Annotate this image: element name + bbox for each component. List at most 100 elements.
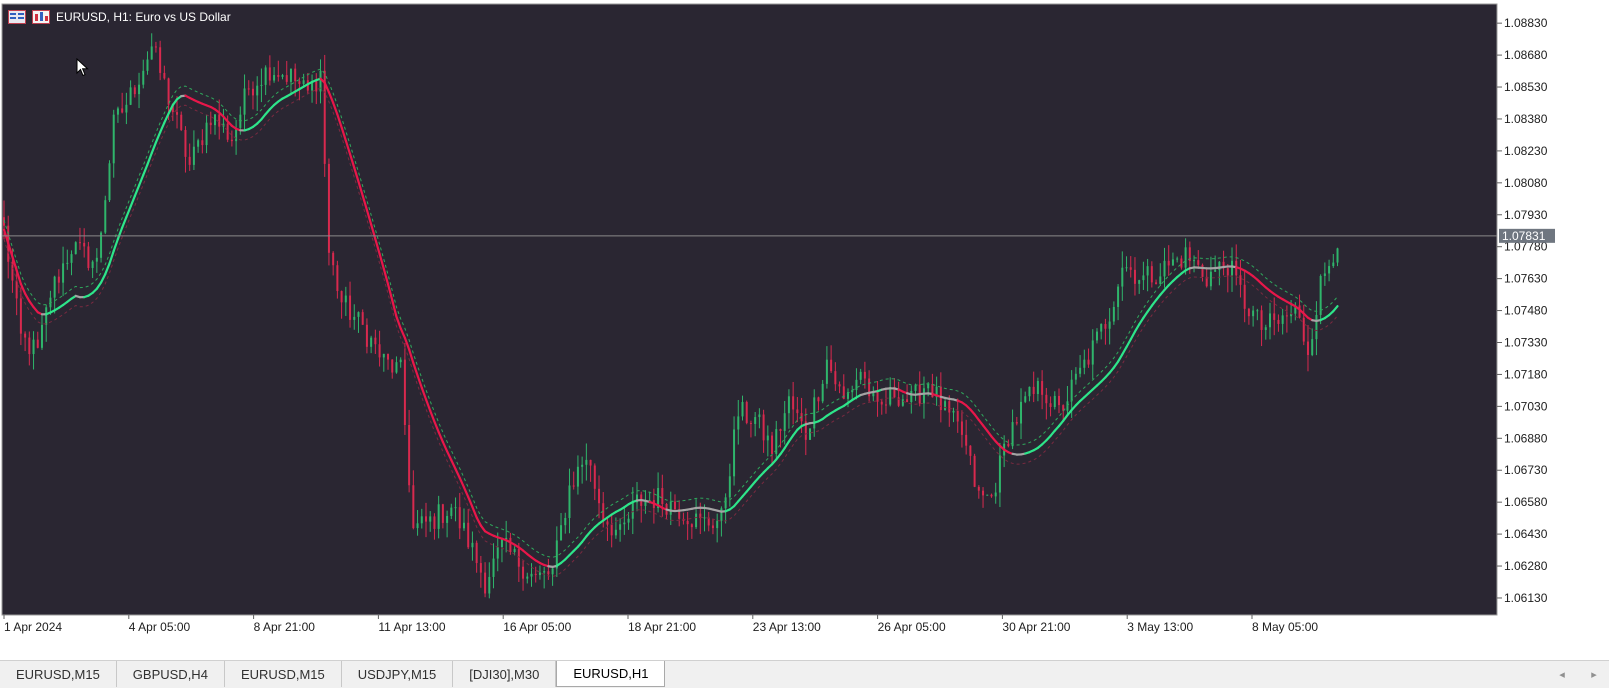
candle-body xyxy=(344,295,347,303)
candle-body xyxy=(547,571,550,575)
bid-price-label: 1.07831 xyxy=(1502,229,1546,243)
candle-body xyxy=(1269,313,1271,328)
y-tick-label: 1.08080 xyxy=(1504,176,1548,190)
x-tick-label: 16 Apr 05:00 xyxy=(503,620,571,634)
chart-tab[interactable]: GBPUSD,H4 xyxy=(117,661,225,687)
candle-body xyxy=(425,516,427,522)
candle-body xyxy=(749,422,752,424)
candle-body xyxy=(538,572,541,576)
chart-title-text: EURUSD, H1: Euro vs US Dollar xyxy=(56,10,231,24)
x-tick-label: 8 May 05:00 xyxy=(1252,620,1318,634)
candle-body xyxy=(1142,275,1145,281)
chart-tab[interactable]: USDJPY,M15 xyxy=(342,661,454,687)
plot-area[interactable] xyxy=(1,3,1498,616)
chart-menu-icon[interactable] xyxy=(8,10,26,24)
candle-body xyxy=(121,108,124,113)
candle-body xyxy=(960,421,963,435)
candle-body xyxy=(467,522,470,548)
candle-body xyxy=(479,563,482,573)
candle-body xyxy=(378,344,381,358)
y-tick-label: 1.07330 xyxy=(1504,335,1548,349)
candle-body xyxy=(884,404,887,406)
x-tick-label: 8 Apr 21:00 xyxy=(254,620,316,634)
candle-body xyxy=(142,70,145,85)
chart-tab[interactable]: EURUSD,M15 xyxy=(225,661,342,687)
candle-body xyxy=(690,524,693,528)
candle-body xyxy=(876,391,879,402)
candle-body xyxy=(108,163,111,201)
candle-body xyxy=(1193,260,1196,262)
candle-body xyxy=(880,401,883,405)
candle-body xyxy=(771,435,774,454)
candle-body xyxy=(741,401,744,417)
candle-body xyxy=(429,516,432,522)
candle-body xyxy=(361,312,364,325)
candle-body xyxy=(458,507,461,529)
candle-body xyxy=(475,542,478,564)
trading-icon[interactable] xyxy=(32,10,50,24)
chart-tab[interactable]: EURUSD,M15 xyxy=(0,661,117,687)
candle-body xyxy=(1323,273,1326,276)
candle-body xyxy=(745,401,748,423)
chart-tab[interactable]: [DJI30],M30 xyxy=(453,661,557,687)
candle-body xyxy=(327,163,330,253)
candle-body xyxy=(859,371,862,380)
x-tick-label: 11 Apr 13:00 xyxy=(378,620,445,634)
candle-body xyxy=(568,485,571,518)
candle-body xyxy=(66,262,69,264)
x-tick-label: 30 Apr 21:00 xyxy=(1002,620,1070,634)
y-tick-label: 1.06130 xyxy=(1504,591,1548,605)
candle-body xyxy=(1243,284,1246,309)
candle-body xyxy=(1133,269,1136,284)
candle-body xyxy=(247,88,250,90)
candle-body xyxy=(87,246,90,268)
candle-body xyxy=(1129,267,1132,270)
candle-body xyxy=(277,75,280,77)
chart-window[interactable]: 1.08830 1.08680 1.08530 1.08380 1.08230 1.080… xyxy=(0,0,1609,660)
candle-body xyxy=(817,397,820,402)
candle-body xyxy=(391,359,394,373)
candle-body xyxy=(910,390,913,403)
candle-body xyxy=(990,494,993,497)
candle-body xyxy=(711,525,714,529)
candle-body xyxy=(952,410,955,413)
candle-body xyxy=(564,517,567,526)
chevron-right-icon[interactable]: ▸ xyxy=(1587,665,1601,683)
chart-title-bar: EURUSD, H1: Euro vs US Dollar xyxy=(8,8,231,26)
chevron-left-icon[interactable]: ◂ xyxy=(1555,665,1569,683)
candle-body xyxy=(661,488,664,505)
price-chart[interactable]: 1.08830 1.08680 1.08530 1.08380 1.08230 1.080… xyxy=(0,0,1609,660)
candle-body xyxy=(1252,310,1255,317)
candle-body xyxy=(125,104,128,113)
candle-body xyxy=(36,339,39,348)
candle-body xyxy=(315,81,318,92)
candle-body xyxy=(150,46,153,60)
candle-body xyxy=(450,507,453,516)
candle-body xyxy=(201,140,204,146)
chart-tab[interactable]: EURUSD,H1 xyxy=(556,661,666,687)
candle-body xyxy=(977,486,980,491)
candle-body xyxy=(669,501,672,515)
candle-body xyxy=(332,252,335,266)
candle-body xyxy=(24,333,27,338)
candle-body xyxy=(1020,401,1023,424)
candle-body xyxy=(209,122,212,126)
candle-body xyxy=(289,68,292,82)
candle-body xyxy=(45,307,48,325)
candle-body xyxy=(956,410,959,422)
y-tick-label: 1.06730 xyxy=(1504,463,1548,477)
candle-body xyxy=(492,558,495,577)
candle-body xyxy=(1117,286,1120,307)
candle-body xyxy=(100,232,103,258)
candle-body xyxy=(551,568,554,575)
candle-body xyxy=(488,576,491,594)
candle-body xyxy=(15,280,18,299)
candle-body xyxy=(1184,247,1187,268)
y-tick-label: 1.08830 xyxy=(1504,16,1548,30)
candle-body xyxy=(1273,313,1276,320)
candle-body xyxy=(1053,395,1056,408)
candle-body xyxy=(370,337,373,347)
candle-body xyxy=(598,488,601,504)
candle-body xyxy=(1285,315,1288,317)
candle-body xyxy=(948,401,951,413)
